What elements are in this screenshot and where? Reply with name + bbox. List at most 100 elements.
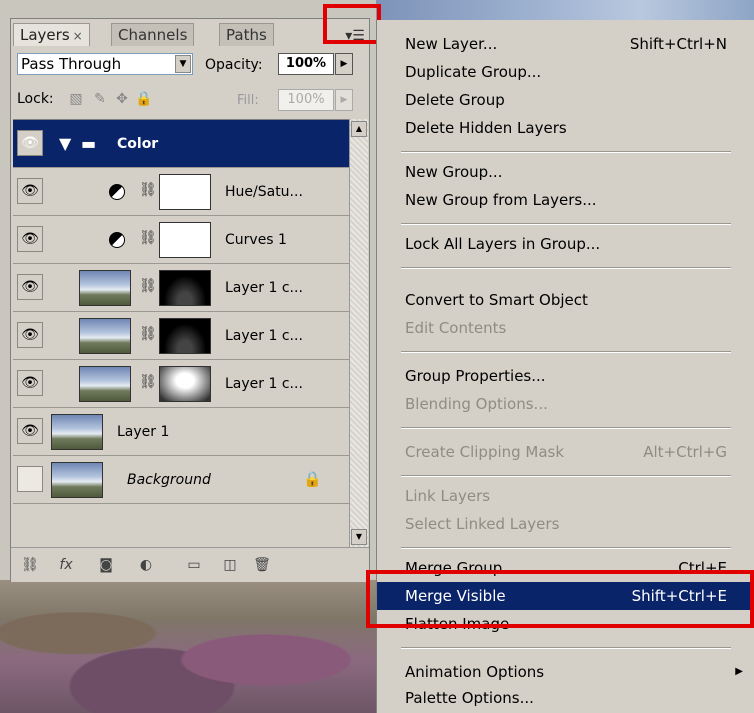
layers-panel: Layers × Channels Paths ▾☰ Pass Through ▼… [10, 18, 370, 582]
menu-item-label: Merge Visible [405, 587, 506, 605]
menu-item-label: Select Linked Layers [405, 515, 560, 533]
new-group-folder-icon[interactable]: ▭ [183, 554, 205, 576]
layer-thumbnail[interactable] [51, 462, 103, 498]
menu-item-label: Convert to Smart Object [405, 291, 588, 309]
chevron-down-icon[interactable]: ▼ [175, 55, 191, 73]
menu-item-merge-visible[interactable]: Merge Visible Shift+Ctrl+E [377, 582, 754, 610]
layer-row-layer-copy[interactable]: 👁 ⛓ Layer 1 c... [13, 360, 349, 408]
trash-icon[interactable]: 🗑 [251, 554, 273, 576]
layer-thumbnail[interactable] [79, 318, 131, 354]
tab-layers[interactable]: Layers × [13, 23, 90, 46]
menu-item-delete-group[interactable]: Delete Group [377, 86, 754, 114]
visibility-eye-icon[interactable]: 👁 [17, 370, 43, 396]
layer-mask-thumbnail[interactable] [159, 174, 211, 210]
visibility-eye-icon[interactable]: 👁 [17, 178, 43, 204]
layer-row-layer-copy[interactable]: 👁 ⛓ Layer 1 c... [13, 264, 349, 312]
layer-name: Layer 1 [117, 424, 170, 440]
layer-style-fx-icon[interactable]: fx [55, 554, 77, 576]
layer-name: Layer 1 c... [225, 376, 303, 392]
link-layers-icon[interactable]: ⛓ [19, 554, 41, 576]
layer-row-layer-1[interactable]: 👁 Layer 1 [13, 408, 349, 456]
menu-item-link-layers: Link Layers [377, 482, 754, 510]
visibility-eye-icon[interactable]: 👁 [17, 322, 43, 348]
menu-item-palette-options[interactable]: Palette Options... [377, 684, 754, 712]
menu-item-new-group[interactable]: New Group... [377, 158, 754, 186]
link-chain-icon[interactable]: ⛓ [139, 230, 157, 246]
panel-menu-button[interactable]: ▾☰ [343, 25, 367, 47]
layer-name: Layer 1 c... [225, 280, 303, 296]
menu-item-flatten-image[interactable]: Flatten Image [377, 610, 754, 638]
layer-thumbnail[interactable] [79, 366, 131, 402]
adjustment-layer-icon [109, 232, 125, 248]
layer-row-layer-copy[interactable]: 👁 ⛓ Layer 1 c... [13, 312, 349, 360]
layer-thumbnail[interactable] [51, 414, 103, 450]
menu-item-label: New Group... [405, 163, 503, 181]
menu-separator [401, 547, 731, 549]
fill-input[interactable]: 100% [278, 89, 334, 111]
lock-fill-row: Lock: ▧ ✎ ✥ 🔒 Fill: 100% ▶ [11, 85, 369, 115]
menu-item-duplicate-group[interactable]: Duplicate Group... [377, 58, 754, 86]
menu-item-group-properties[interactable]: Group Properties... [377, 362, 754, 390]
expand-triangle-icon[interactable]: ▼ [59, 134, 71, 153]
menu-item-animation-options[interactable]: Animation Options ▶ [377, 658, 754, 686]
visibility-eye-icon[interactable]: 👁 [17, 130, 43, 156]
tab-layers-label: Layers [20, 26, 70, 44]
tab-channels[interactable]: Channels [111, 23, 195, 46]
layer-row-background[interactable]: Background 🔒 [13, 456, 349, 504]
menu-item-label: Link Layers [405, 487, 491, 505]
opacity-slider-button[interactable]: ▶ [335, 53, 353, 75]
scroll-down-arrow[interactable]: ▼ [351, 529, 367, 545]
menu-item-merge-group[interactable]: Merge Group Ctrl+E [377, 554, 754, 582]
lock-brush-icon[interactable]: ✎ [91, 90, 109, 108]
layer-thumbnail[interactable] [79, 270, 131, 306]
menu-item-blending-options: Blending Options... [377, 390, 754, 418]
layer-row-hue-saturation[interactable]: 👁 ⛓ Hue/Satu... [13, 168, 349, 216]
scroll-up-arrow[interactable]: ▲ [351, 121, 367, 137]
visibility-eye-icon[interactable]: 👁 [17, 226, 43, 252]
lock-transparent-icon[interactable]: ▧ [67, 90, 85, 108]
layer-mask-thumbnail[interactable] [159, 366, 211, 402]
tab-paths[interactable]: Paths [219, 23, 274, 46]
menu-item-lock-all-layers[interactable]: Lock All Layers in Group... [377, 230, 754, 258]
menu-item-convert-to-smart-object[interactable]: Convert to Smart Object [377, 286, 754, 314]
menu-item-create-clipping-mask: Create Clipping Mask Alt+Ctrl+G [377, 438, 754, 466]
new-layer-icon[interactable]: ◫ [219, 554, 241, 576]
layers-scrollbar[interactable]: ▲ ▼ [349, 119, 368, 547]
layer-mask-thumbnail[interactable] [159, 270, 211, 306]
menu-item-new-layer[interactable]: New Layer... Shift+Ctrl+N [377, 30, 754, 58]
menu-item-label: Duplicate Group... [405, 63, 542, 81]
blend-mode-select[interactable]: Pass Through ▼ [17, 53, 193, 75]
menu-item-new-group-from-layers[interactable]: New Group from Layers... [377, 186, 754, 214]
lock-move-icon[interactable]: ✥ [113, 90, 131, 108]
visibility-toggle-empty[interactable] [17, 466, 43, 492]
layer-name: Hue/Satu... [225, 184, 303, 200]
menu-item-delete-hidden-layers[interactable]: Delete Hidden Layers [377, 114, 754, 142]
opacity-input[interactable]: 100% [278, 53, 334, 75]
layer-row-curves[interactable]: 👁 ⛓ Curves 1 [13, 216, 349, 264]
menu-separator [401, 647, 731, 649]
link-chain-icon[interactable]: ⛓ [139, 278, 157, 294]
layer-mask-thumbnail[interactable] [159, 318, 211, 354]
layer-row-color-group[interactable]: 👁 ▼ ▬ Color [13, 120, 349, 168]
layer-mask-thumbnail[interactable] [159, 222, 211, 258]
canvas-photo-bottom [0, 580, 380, 713]
close-icon[interactable]: × [73, 29, 83, 43]
submenu-arrow-icon: ▶ [735, 666, 743, 677]
visibility-eye-icon[interactable]: 👁 [17, 418, 43, 444]
fill-slider-button[interactable]: ▶ [335, 89, 353, 111]
link-chain-icon[interactable]: ⛓ [139, 374, 157, 390]
adjustment-layer-icon[interactable]: ◐ [135, 554, 157, 576]
menu-separator [401, 223, 731, 225]
visibility-eye-icon[interactable]: 👁 [17, 274, 43, 300]
lock-all-icon[interactable]: 🔒 [135, 90, 153, 108]
fill-label: Fill: [237, 93, 259, 108]
link-chain-icon[interactable]: ⛓ [139, 182, 157, 198]
layers-list: 👁 ▼ ▬ Color 👁 ⛓ Hue/Satu... 👁 ⛓ Curves 1… [13, 119, 349, 524]
link-chain-icon[interactable]: ⛓ [139, 326, 157, 342]
blend-mode-value: Pass Through [21, 55, 122, 73]
menu-item-shortcut: Shift+Ctrl+N [629, 35, 727, 53]
folder-icon: ▬ [81, 134, 97, 153]
menu-separator [401, 351, 731, 353]
add-mask-icon[interactable]: ◙ [95, 554, 117, 576]
menu-separator [401, 267, 731, 269]
